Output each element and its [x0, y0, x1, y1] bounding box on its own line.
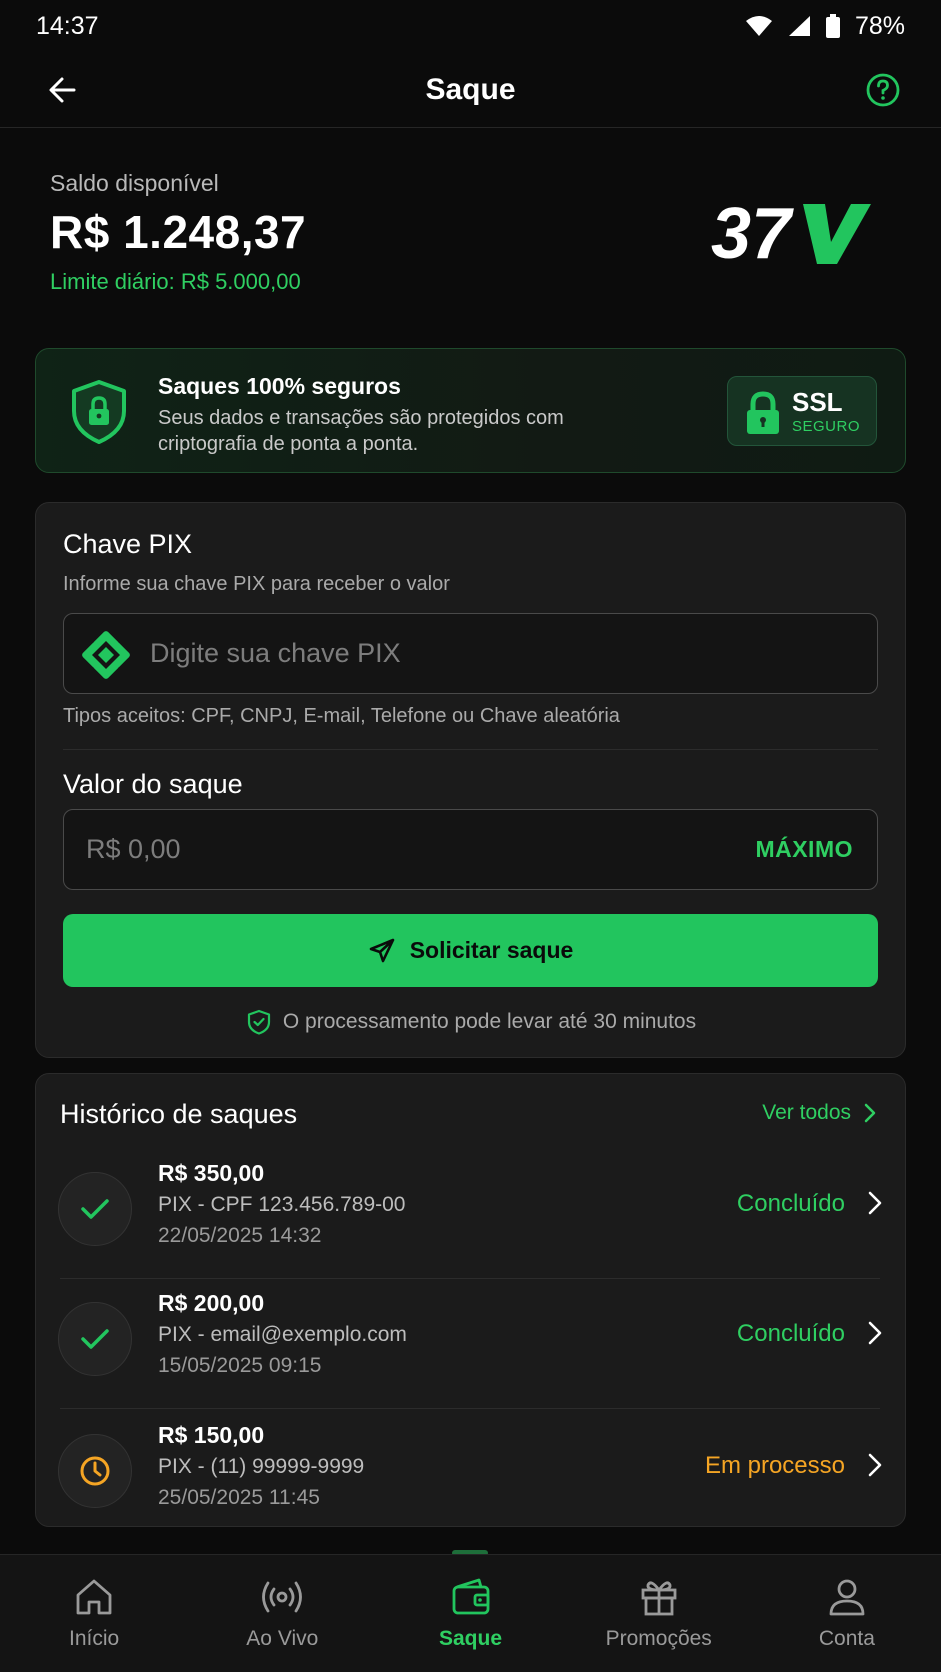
app-bar: Saque — [0, 52, 941, 128]
max-amount-button[interactable]: MÁXIMO — [755, 836, 853, 863]
status-badge: Em processo — [704, 1452, 845, 1479]
status-badge: Concluído — [736, 1190, 845, 1217]
history-item[interactable]: R$ 350,00 PIX - CPF 123.456.789-00 22/05… — [58, 1160, 885, 1290]
divider — [63, 749, 878, 750]
security-text: Seus dados e transações são protegidos c… — [158, 407, 564, 455]
clock-icon — [80, 1456, 110, 1486]
check-icon — [81, 1329, 109, 1349]
history-description: PIX - (11) 99999-9999 — [158, 1455, 365, 1478]
history-date: 15/05/2025 09:15 — [158, 1354, 322, 1377]
nav-label: Início — [69, 1627, 120, 1650]
amount-field[interactable]: MÁXIMO — [63, 809, 878, 890]
home-icon — [76, 1579, 112, 1615]
arrow-left-icon[interactable] — [44, 70, 84, 110]
status-bar: 14:37 78% — [0, 0, 941, 52]
status-circle — [58, 1302, 132, 1376]
ssl-subtitle: SEGURO — [792, 418, 861, 435]
ssl-title: SSL — [792, 387, 843, 417]
ssl-badge: SSL SEGURO — [727, 376, 877, 446]
pix-key-title: Chave PIX — [63, 529, 193, 559]
processing-note: O processamento pode levar até 30 minuto… — [36, 1009, 907, 1035]
nav-label: Conta — [818, 1627, 875, 1650]
history-amount: R$ 150,00 — [158, 1422, 265, 1448]
pix-key-subtitle: Informe sua chave PIX para receber o val… — [63, 573, 450, 595]
security-banner: Saques 100% seguros Seus dados e transaç… — [35, 348, 906, 473]
nav-item-ao-vivo[interactable]: Ao Vivo — [188, 1555, 376, 1672]
status-circle — [58, 1434, 132, 1508]
signal-icon — [788, 16, 810, 36]
shield-check-icon — [247, 1009, 270, 1035]
nav-label: Saque — [438, 1627, 503, 1650]
wallet-icon — [452, 1578, 489, 1615]
see-all-label: Ver todos — [762, 1101, 851, 1124]
request-withdraw-button[interactable]: Solicitar saque — [63, 914, 878, 987]
nav-item-promocoes[interactable]: Promoções — [565, 1555, 753, 1672]
wifi-icon — [745, 16, 772, 36]
shield-lock-icon — [72, 380, 126, 444]
status-badge: Concluído — [736, 1320, 845, 1347]
processing-note-text: O processamento pode levar até 30 minuto… — [282, 1010, 697, 1033]
request-withdraw-label: Solicitar saque — [409, 937, 574, 963]
svg-text:37: 37 — [711, 196, 794, 272]
accepted-key-types: Tipos aceitos: CPF, CNPJ, E-mail, Telefo… — [63, 705, 620, 727]
broadcast-icon — [262, 1581, 303, 1613]
withdraw-history: Histórico de saques Ver todos R$ 350,00 … — [35, 1073, 906, 1527]
battery-percent: 78% — [854, 11, 905, 40]
history-amount: R$ 350,00 — [158, 1160, 265, 1186]
balance-section: Saldo disponível R$ 1.248,37 Limite diár… — [50, 170, 306, 295]
pix-icon — [82, 631, 130, 679]
history-date: 22/05/2025 14:32 — [158, 1224, 322, 1247]
security-title: Saques 100% seguros — [158, 373, 401, 399]
balance-label: Saldo disponível — [50, 170, 219, 196]
row-divider — [60, 1408, 880, 1409]
withdraw-form: Chave PIX Informe sua chave PIX para rec… — [35, 502, 906, 1058]
check-icon — [81, 1199, 109, 1219]
send-icon — [369, 938, 394, 962]
pix-key-field[interactable] — [63, 613, 878, 694]
history-description: PIX - email@exemplo.com — [158, 1323, 407, 1346]
chevron-right-icon — [868, 1453, 882, 1477]
history-title: Histórico de saques — [60, 1099, 298, 1129]
user-icon — [829, 1579, 865, 1616]
page-title: Saque — [425, 72, 516, 106]
history-item[interactable]: R$ 150,00 PIX - (11) 99999-9999 25/05/20… — [58, 1422, 885, 1552]
battery-icon — [825, 14, 840, 38]
balance-amount: R$ 1.248,37 — [50, 206, 307, 258]
status-circle — [58, 1172, 132, 1246]
daily-limit: Limite diário: R$ 5.000,00 — [50, 269, 301, 294]
brand-logo: 37 — [711, 196, 871, 272]
nav-label: Ao Vivo — [246, 1627, 319, 1650]
nav-label: Promoções — [605, 1627, 712, 1650]
pix-key-input[interactable] — [150, 614, 850, 693]
chevron-right-icon — [868, 1321, 882, 1345]
see-all-link[interactable]: Ver todos — [762, 1101, 877, 1125]
nav-item-saque[interactable]: Saque — [376, 1555, 564, 1672]
lock-icon — [747, 391, 779, 434]
status-time: 14:37 — [36, 11, 99, 40]
status-icons: 78% — [745, 12, 905, 41]
history-amount: R$ 200,00 — [158, 1290, 265, 1316]
nav-item-conta[interactable]: Conta — [753, 1555, 941, 1672]
history-date: 25/05/2025 11:45 — [158, 1486, 320, 1509]
chevron-right-icon — [868, 1191, 882, 1215]
bottom-nav: Início Ao Vivo Saque Promoções Conta — [0, 1554, 941, 1672]
amount-label: Valor do saque — [63, 769, 243, 799]
chevron-right-icon — [864, 1103, 876, 1123]
gift-icon — [641, 1581, 677, 1616]
amount-input[interactable] — [86, 810, 686, 889]
nav-item-inicio[interactable]: Início — [0, 1555, 188, 1672]
help-circle-icon[interactable] — [863, 70, 903, 110]
history-item[interactable]: R$ 200,00 PIX - email@exemplo.com 15/05/… — [58, 1290, 885, 1420]
row-divider — [60, 1278, 880, 1279]
history-description: PIX - CPF 123.456.789-00 — [158, 1193, 406, 1216]
